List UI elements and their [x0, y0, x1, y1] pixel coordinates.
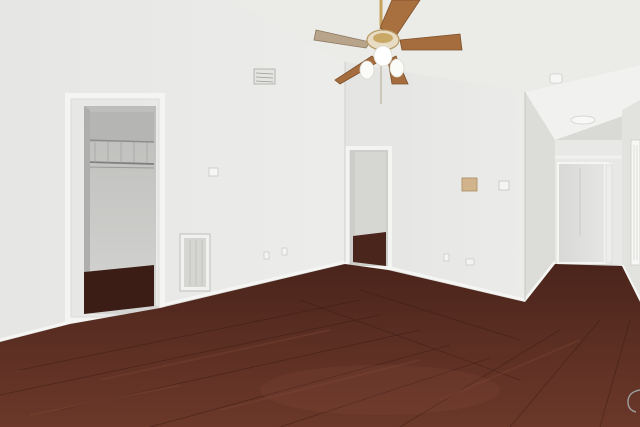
room-photo — [0, 0, 640, 427]
hallway-doorway[interactable] — [558, 163, 608, 263]
outlet-left-2 — [281, 247, 288, 256]
closet-floor — [84, 265, 154, 314]
smoke-detector — [549, 73, 563, 84]
fan-light-bulb-left — [359, 60, 375, 80]
outlet-back-1 — [443, 253, 450, 262]
wall-switch-right[interactable] — [498, 180, 510, 191]
thermostat[interactable] — [461, 177, 478, 192]
closet-upper-shelf — [84, 112, 154, 142]
outlet-back-2 — [465, 258, 475, 266]
ceiling-light-fixture — [570, 115, 596, 125]
fan-light-bulb-right — [389, 58, 405, 78]
fan-light-bulb-center — [373, 45, 393, 67]
light-switch-plate[interactable] — [208, 167, 219, 177]
outlet-left-1 — [263, 251, 270, 260]
hallway-door-panel[interactable] — [605, 164, 613, 264]
window — [630, 139, 640, 266]
